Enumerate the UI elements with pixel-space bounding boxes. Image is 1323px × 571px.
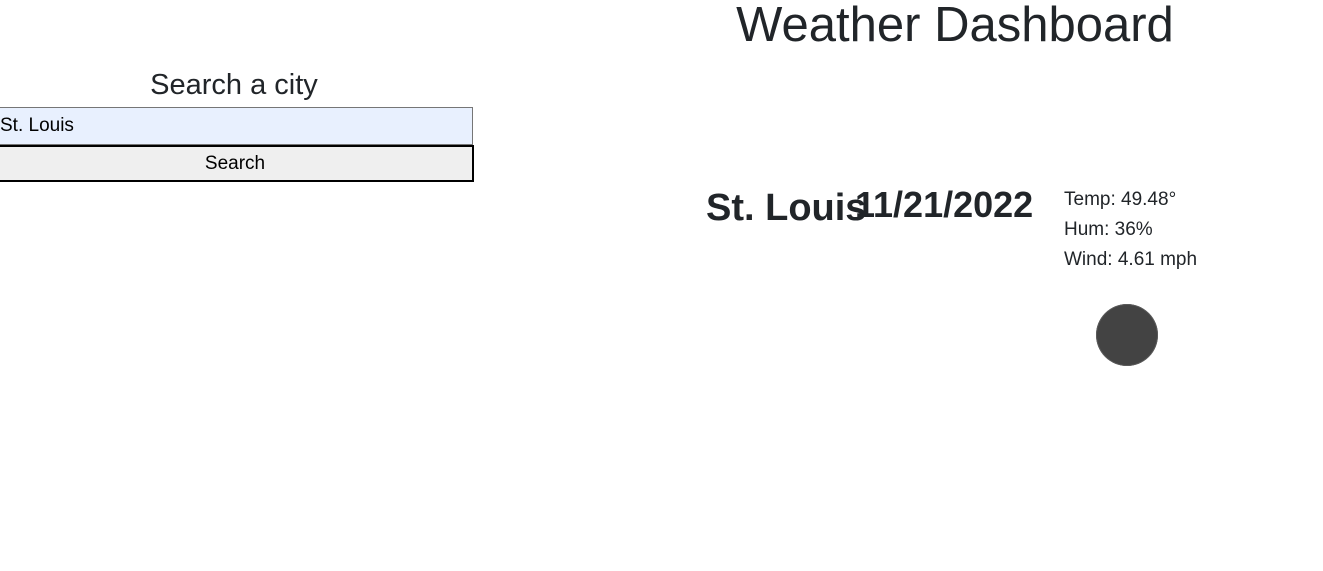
current-city-name: St. Louis [706,187,867,229]
weather-icon [1096,304,1158,366]
city-search-input[interactable] [0,107,473,145]
temperature-text: Temp: 49.48° [1064,189,1177,210]
humidity-text: Hum: 36% [1064,219,1153,240]
search-heading: Search a city [150,69,318,101]
search-button[interactable]: Search [0,145,474,182]
page-title: Weather Dashboard [736,0,1174,52]
current-date: 11/21/2022 [855,184,1034,225]
current-weather-stats: Temp: 49.48° Hum: 36% Wind: 4.61 mph [1064,185,1197,275]
page: Weather Dashboard Search a city Search S… [0,0,1323,571]
wind-text: Wind: 4.61 mph [1064,249,1198,270]
